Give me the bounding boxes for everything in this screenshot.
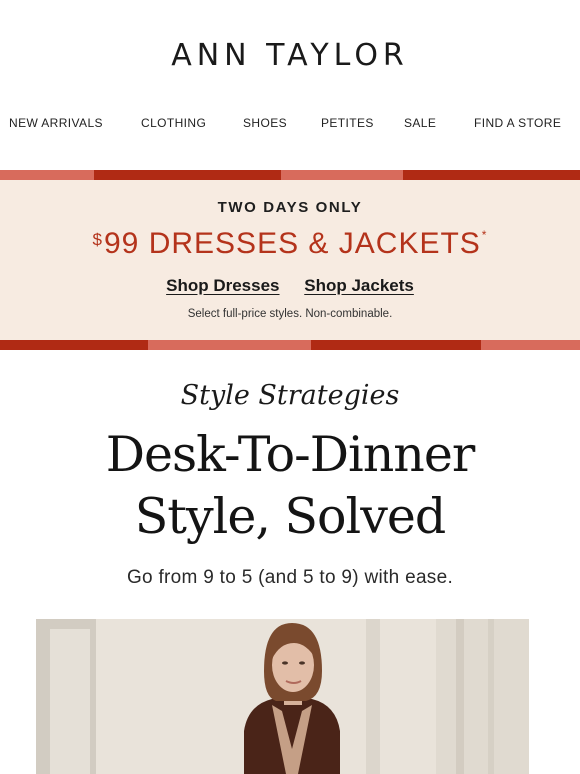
promo-currency-symbol: $ [92, 230, 103, 249]
hero-image[interactable] [36, 619, 529, 774]
shop-jackets-link[interactable]: Shop Jackets [304, 276, 414, 295]
article-title-line-2: Style, Solved [134, 488, 447, 545]
hero-photo-illustration [36, 619, 529, 774]
brand-logo[interactable]: ANN TAYLOR [0, 38, 580, 73]
article-title-line-1: Desk-To-Dinner [105, 426, 476, 483]
promo-bottom-stripe [0, 340, 580, 350]
promo-headline-text: 99 DRESSES & JACKETS [104, 227, 481, 260]
main-nav: NEW ARRIVALS CLOTHING SHOES PETITES SALE… [0, 116, 580, 132]
promo-headline[interactable]: $99 DRESSES & JACKETS* [0, 227, 580, 261]
article-title: Desk-To-Dinner Style, Solved [0, 424, 580, 548]
promo-links: Shop Dresses Shop Jackets [0, 276, 580, 296]
promo-fine-print: Select full-price styles. Non-combinable… [187, 308, 393, 320]
nav-item-shoes[interactable]: SHOES [243, 116, 287, 130]
nav-item-sale[interactable]: SALE [404, 116, 436, 130]
article-subtitle: Go from 9 to 5 (and 5 to 9) with ease. [126, 567, 454, 588]
promo-banner: TWO DAYS ONLY $99 DRESSES & JACKETS* Sho… [0, 180, 580, 340]
promo-top-stripe [0, 170, 580, 180]
nav-item-clothing[interactable]: CLOTHING [141, 116, 206, 130]
promo-asterisk: * [481, 228, 488, 242]
nav-item-petites[interactable]: PETITES [321, 116, 374, 130]
article-kicker: Style Strategies [180, 380, 400, 411]
shop-dresses-link[interactable]: Shop Dresses [166, 276, 279, 295]
nav-item-find-a-store[interactable]: FIND A STORE [474, 116, 561, 130]
nav-item-new-arrivals[interactable]: NEW ARRIVALS [9, 116, 103, 130]
promo-eyebrow: TWO DAYS ONLY [217, 199, 363, 216]
